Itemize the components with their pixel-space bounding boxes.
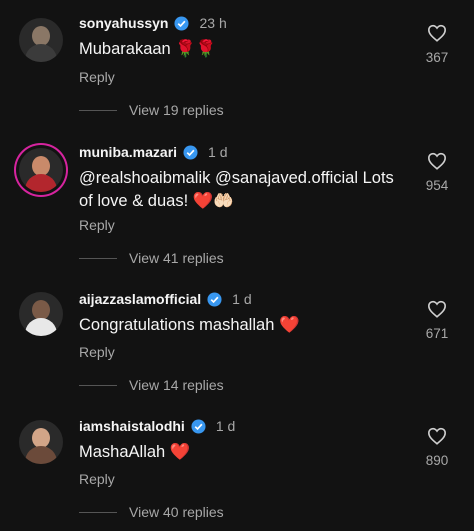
reply-button[interactable]: Reply (79, 471, 115, 487)
reply-button[interactable]: Reply (79, 344, 115, 360)
view-replies-button[interactable]: View 41 replies (79, 250, 224, 266)
like-count: 367 (425, 50, 449, 65)
comment-time: 1 d (232, 291, 252, 307)
view-replies-button[interactable]: View 40 replies (79, 504, 224, 520)
comment-header: iamshaistalodhi 1 d (79, 416, 235, 436)
comment-text: Congratulations mashallah ❤️ (79, 316, 300, 334)
heart-outline-icon (427, 24, 447, 42)
comment-header: sonyahussyn 23 h (79, 13, 227, 33)
divider-line (79, 109, 117, 111)
like-count: 954 (425, 178, 449, 193)
verified-badge-icon (183, 144, 198, 160)
view-replies-label: View 40 replies (129, 504, 224, 520)
comment-time: 1 d (215, 418, 236, 434)
view-replies-label: View 41 replies (129, 250, 224, 266)
avatar[interactable] (19, 18, 63, 62)
comment-text: Mubarakaan 🌹🌹 (79, 40, 217, 58)
username[interactable]: sonyahussyn (79, 15, 168, 31)
comment-time: 23 h (199, 15, 227, 31)
like-count: 890 (425, 453, 449, 468)
username[interactable]: aijazzaslamofficial (79, 291, 201, 307)
divider-line (79, 257, 117, 259)
like-button[interactable]: 954 (420, 152, 454, 193)
divider-line (79, 384, 117, 386)
like-button[interactable]: 671 (420, 300, 454, 341)
like-button[interactable]: 367 (420, 24, 454, 65)
comment-header: muniba.mazari 1 d (79, 142, 228, 162)
like-count: 671 (425, 326, 449, 341)
comment-header: aijazzaslamofficial 1 d (79, 289, 252, 309)
avatar[interactable] (19, 148, 63, 192)
verified-badge-icon (191, 418, 206, 434)
avatar[interactable] (19, 292, 63, 336)
comment-time: 1 d (208, 144, 228, 160)
heart-outline-icon (427, 152, 447, 170)
comment-text: @realshoaibmalik @sanajaved.official Lot… (79, 169, 394, 210)
heart-outline-icon (427, 427, 447, 445)
view-replies-button[interactable]: View 19 replies (79, 102, 224, 118)
comment-text: MashaAllah ❤️ (79, 443, 191, 461)
avatar[interactable] (19, 420, 63, 464)
reply-button[interactable]: Reply (79, 69, 115, 85)
view-replies-label: View 14 replies (129, 377, 224, 393)
divider-line (79, 511, 117, 513)
view-replies-button[interactable]: View 14 replies (79, 377, 224, 393)
reply-button[interactable]: Reply (79, 217, 115, 233)
username[interactable]: muniba.mazari (79, 144, 177, 160)
username[interactable]: iamshaistalodhi (79, 418, 185, 434)
view-replies-label: View 19 replies (129, 102, 224, 118)
like-button[interactable]: 890 (420, 427, 454, 468)
verified-badge-icon (174, 15, 190, 31)
verified-badge-icon (207, 291, 222, 307)
heart-outline-icon (427, 300, 447, 318)
